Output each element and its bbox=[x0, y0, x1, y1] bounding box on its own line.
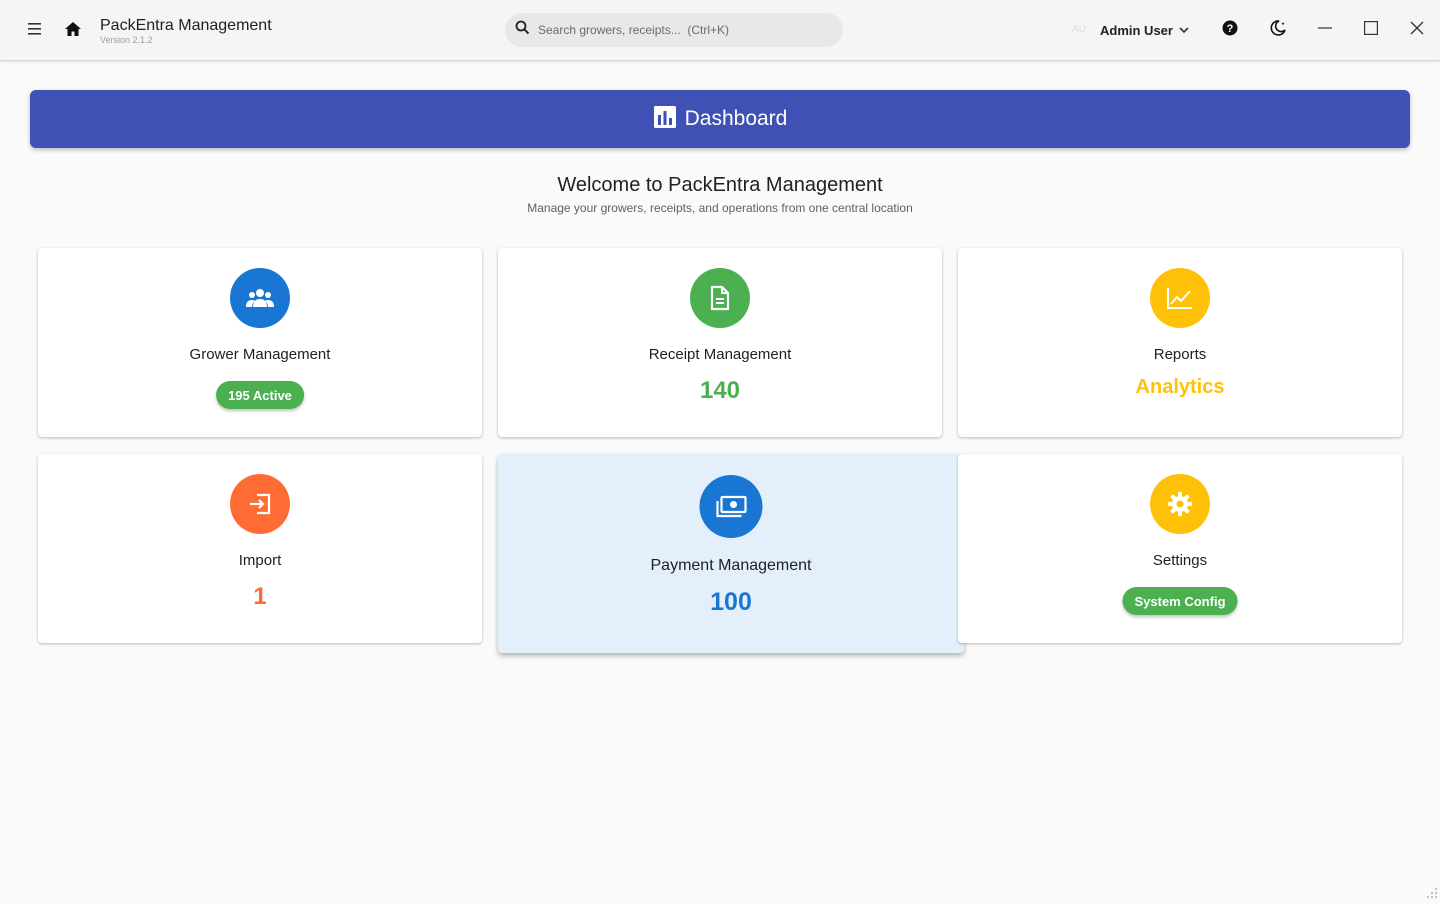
card-reports[interactable]: Reports Analytics bbox=[958, 248, 1402, 437]
search-input[interactable] bbox=[538, 23, 828, 37]
page-title: Dashboard bbox=[685, 107, 788, 131]
minimize-icon bbox=[1318, 21, 1332, 40]
user-name: Admin User bbox=[1100, 23, 1173, 38]
avatar: AU bbox=[1066, 22, 1092, 38]
home-button[interactable] bbox=[58, 16, 88, 46]
close-icon bbox=[1410, 21, 1424, 40]
title-bar: PackEntra Management Version 2.1.2 AU Ad… bbox=[0, 0, 1440, 61]
search-icon bbox=[515, 20, 530, 40]
maximize-button[interactable] bbox=[1356, 16, 1386, 44]
card-payment-management[interactable]: Payment Management 100 bbox=[498, 454, 964, 653]
card-value: 100 bbox=[498, 588, 964, 617]
import-icon bbox=[230, 474, 290, 534]
home-icon bbox=[64, 21, 82, 42]
card-title: Import bbox=[38, 552, 482, 569]
line-chart-icon bbox=[1150, 268, 1210, 328]
theme-toggle-button[interactable] bbox=[1264, 16, 1292, 44]
card-grower-management[interactable]: Grower Management 195 Active bbox=[38, 248, 482, 437]
resize-grip[interactable] bbox=[1426, 886, 1438, 898]
status-badge: 195 Active bbox=[216, 381, 304, 409]
card-title: Settings bbox=[958, 552, 1402, 569]
bar-chart-icon bbox=[653, 105, 677, 134]
app-title: PackEntra Management bbox=[100, 17, 272, 35]
maximize-icon bbox=[1364, 21, 1378, 40]
people-icon bbox=[230, 268, 290, 328]
gear-icon bbox=[1150, 474, 1210, 534]
card-settings[interactable]: Settings System Config bbox=[958, 454, 1402, 643]
status-badge: System Config bbox=[1122, 587, 1237, 615]
search-box[interactable] bbox=[505, 13, 843, 47]
card-receipt-management[interactable]: Receipt Management 140 bbox=[498, 248, 942, 437]
welcome-subtitle: Manage your growers, receipts, and opera… bbox=[0, 201, 1440, 215]
minimize-button[interactable] bbox=[1310, 16, 1340, 44]
card-value: Analytics bbox=[958, 376, 1402, 399]
dark-mode-icon bbox=[1269, 19, 1287, 42]
document-icon bbox=[690, 268, 750, 328]
help-icon: ? bbox=[1222, 20, 1238, 41]
payment-icon bbox=[700, 475, 763, 538]
svg-text:?: ? bbox=[1227, 23, 1234, 35]
card-title: Reports bbox=[958, 346, 1402, 363]
card-title: Grower Management bbox=[38, 346, 482, 363]
card-title: Receipt Management bbox=[498, 346, 942, 363]
card-title: Payment Management bbox=[498, 557, 964, 575]
chevron-down-icon bbox=[1179, 21, 1189, 39]
menu-icon bbox=[27, 22, 43, 41]
help-button[interactable]: ? bbox=[1216, 16, 1244, 44]
card-value: 1 bbox=[38, 583, 482, 611]
close-button[interactable] bbox=[1402, 16, 1432, 44]
card-value: 140 bbox=[498, 377, 942, 405]
dashboard-header: Dashboard bbox=[30, 90, 1410, 148]
app-version: Version 2.1.2 bbox=[100, 35, 153, 45]
welcome-title: Welcome to PackEntra Management bbox=[0, 174, 1440, 197]
menu-button[interactable] bbox=[20, 16, 50, 46]
user-menu[interactable]: Admin User bbox=[1100, 18, 1189, 42]
card-import[interactable]: Import 1 bbox=[38, 454, 482, 643]
